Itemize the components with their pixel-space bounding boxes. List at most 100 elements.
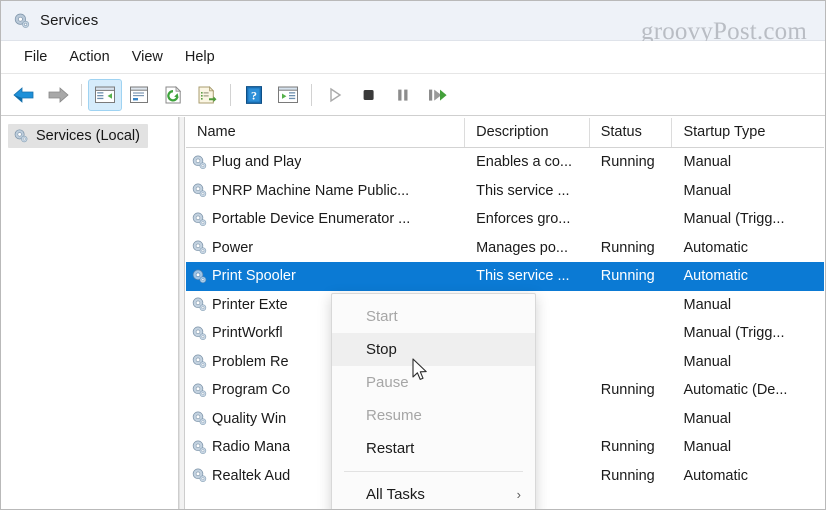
context-menu-item-label: Stop [366, 341, 397, 358]
service-name-label: PNRP Machine Name Public... [212, 182, 410, 199]
column-header-name[interactable]: ▲ Name [186, 118, 466, 147]
menu-view[interactable]: View [121, 46, 174, 68]
context-menu-item-label: Resume [366, 407, 422, 424]
cell-status: Running [600, 467, 655, 484]
menu-action[interactable]: Action [58, 46, 120, 68]
arrow-left-icon [13, 86, 34, 103]
cell-startup-type: Manual (Trigg... [683, 325, 785, 342]
cell-startup-type: Manual [683, 182, 732, 199]
ctx-stop[interactable]: Stop [332, 333, 535, 366]
ctx-resume: Resume [332, 399, 535, 432]
column-header-description[interactable]: Description [465, 118, 590, 147]
list-column-headers: ▲ Name Description Status Startup Type [186, 117, 824, 148]
service-gear-icon [191, 154, 208, 171]
ctx-start: Start [332, 300, 535, 333]
action-pane-icon [278, 86, 298, 103]
service-name-label: Radio Mana [212, 439, 291, 456]
table-row[interactable]: PNRP Machine Name Public... This service … [186, 177, 824, 206]
cell-service-name: Print Spooler [186, 268, 465, 285]
service-name-label: Printer Exte [212, 296, 288, 313]
services-gear-icon [13, 128, 29, 144]
context-menu-item-label: Start [366, 308, 398, 325]
ctx-pause: Pause [332, 366, 535, 399]
service-gear-icon [191, 239, 208, 256]
context-menu-item-label: Restart [366, 440, 415, 457]
properties-window-icon [130, 86, 148, 103]
column-header-startup-type[interactable]: Startup Type [672, 118, 824, 147]
toolbar-separator-3 [311, 83, 312, 106]
service-gear-icon [191, 410, 208, 427]
service-name-label: Realtek Aud [212, 467, 291, 484]
menu-bar: File Action View Help [1, 41, 825, 74]
cell-service-name: Portable Device Enumerator ... [186, 211, 465, 228]
service-gear-icon [191, 382, 208, 399]
cell-startup-type: Manual [683, 353, 732, 370]
restart-service-button[interactable] [420, 79, 454, 111]
cell-startup-type: Manual (Trigg... [683, 211, 785, 228]
title-bar: Services groovyPost.com [1, 1, 825, 45]
refresh-button[interactable] [156, 79, 190, 111]
service-gear-icon [191, 211, 208, 228]
context-menu-item-label: All Tasks [366, 486, 425, 503]
chevron-right-icon: › [516, 487, 521, 502]
table-row[interactable]: Portable Device Enumerator ... Enforces g… [186, 205, 824, 234]
cell-status: Running [600, 268, 655, 285]
help-button[interactable]: ? [237, 79, 271, 111]
column-header-startup-label: Startup Type [683, 124, 766, 140]
context-menu-item-label: Pause [366, 374, 409, 391]
forward-button[interactable] [41, 79, 75, 111]
column-header-status[interactable]: Status [590, 118, 673, 147]
show-action-pane-button[interactable] [271, 79, 305, 111]
service-gear-icon [191, 467, 208, 484]
arrow-right-icon [48, 86, 69, 103]
cell-startup-type: Automatic [683, 239, 748, 256]
cell-startup-type: Manual [683, 439, 732, 456]
pause-icon [398, 89, 408, 101]
column-header-name-label: Name [197, 124, 236, 140]
service-gear-icon [191, 296, 208, 313]
toolbar: ? [1, 74, 825, 116]
back-button[interactable] [7, 79, 41, 111]
service-name-label: Problem Re [212, 353, 289, 370]
column-header-description-label: Description [476, 124, 549, 140]
refresh-icon [165, 85, 182, 103]
ctx-all-tasks[interactable]: All Tasks › [332, 478, 535, 509]
table-row[interactable]: Power Manages po... Running Automatic [186, 234, 824, 263]
export-list-icon [198, 85, 217, 103]
service-name-label: Quality Win [212, 410, 287, 427]
ctx-restart[interactable]: Restart [332, 432, 535, 465]
pane-splitter[interactable] [179, 117, 185, 509]
cell-service-name: Power [186, 239, 465, 256]
pause-service-button[interactable] [386, 79, 420, 111]
service-name-label: Program Co [212, 382, 291, 399]
export-list-button[interactable] [190, 79, 224, 111]
svg-text:?: ? [251, 88, 257, 102]
properties-button[interactable] [122, 79, 156, 111]
cell-startup-type: Automatic [683, 467, 748, 484]
cell-description: This service ... [476, 182, 570, 199]
show-hide-console-tree-button[interactable] [88, 78, 122, 111]
start-service-button[interactable] [318, 79, 352, 111]
cell-service-name: PNRP Machine Name Public... [186, 182, 465, 199]
console-tree-icon [95, 86, 115, 103]
cell-startup-type: Automatic (De... [683, 382, 788, 399]
cell-status: Running [600, 239, 655, 256]
service-name-label: Portable Device Enumerator ... [212, 211, 411, 228]
table-row[interactable]: Print Spooler This service ... Running Auto… [186, 262, 824, 291]
service-gear-icon [191, 325, 208, 342]
service-gear-icon [191, 268, 208, 285]
service-gear-icon [191, 182, 208, 199]
stop-square-icon [363, 89, 374, 100]
table-row[interactable]: Plug and Play Enables a co... Running Manua… [186, 148, 824, 177]
play-icon [330, 87, 342, 102]
toolbar-separator-2 [230, 83, 231, 106]
stop-service-button[interactable] [352, 79, 386, 111]
cell-description: Enforces gro... [476, 211, 571, 228]
sidebar-item-services-local[interactable]: Services (Local) [8, 124, 148, 148]
service-name-label: Plug and Play [212, 154, 302, 171]
services-gear-icon [13, 12, 31, 30]
context-menu: Start Stop Pause Resume Restart All Tasks › [331, 293, 536, 509]
menu-file[interactable]: File [13, 46, 58, 68]
cell-startup-type: Manual [683, 296, 732, 313]
menu-help[interactable]: Help [174, 46, 226, 68]
